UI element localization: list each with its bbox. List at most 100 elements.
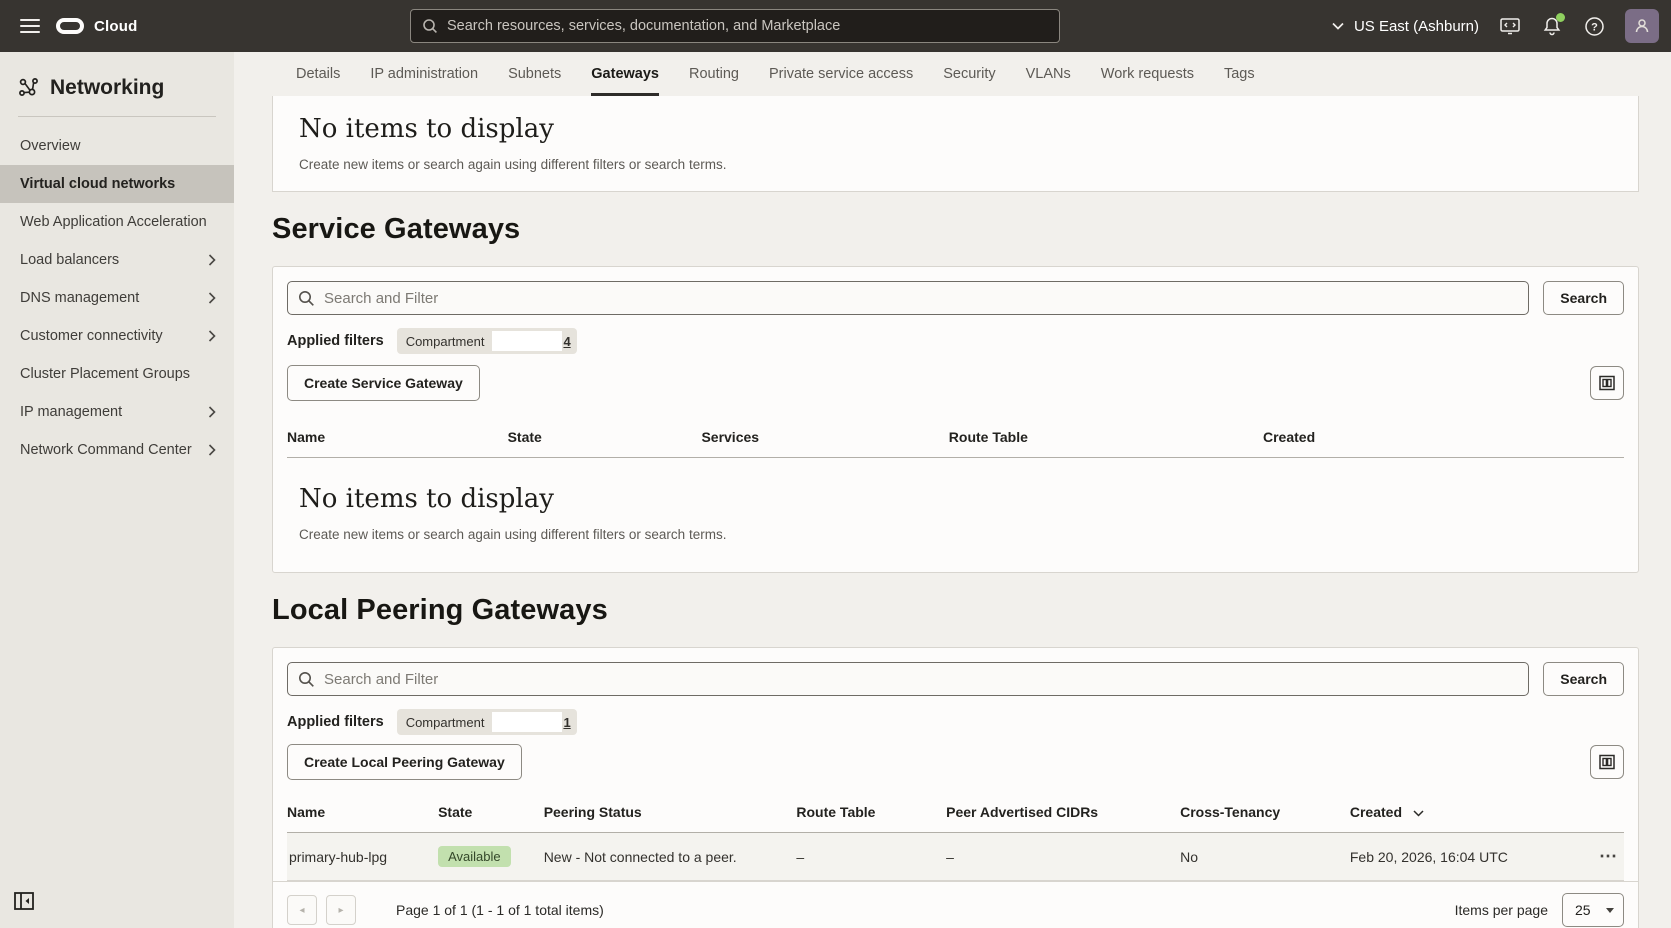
search-icon (421, 17, 439, 35)
networking-icon (18, 77, 40, 99)
create-service-gateway-button[interactable]: Create Service Gateway (287, 365, 480, 401)
user-avatar[interactable] (1625, 9, 1659, 43)
region-selector[interactable]: US East (Ashburn) (1332, 18, 1479, 35)
lpg-row-state: Available (438, 833, 544, 881)
sg-col-created: Created (1263, 425, 1624, 458)
sg-col-name: Name (287, 425, 508, 458)
help-icon[interactable]: ? (1583, 15, 1605, 37)
lpg-row-route-table: – (796, 833, 946, 881)
sg-empty-subtitle: Create new items or search again using d… (299, 527, 1612, 542)
notification-dot (1556, 13, 1565, 22)
sg-search-input[interactable] (324, 290, 1518, 307)
status-badge: Available (438, 846, 511, 867)
lpg-col-peering-status: Peering Status (544, 800, 797, 833)
tab-ip-administration[interactable]: IP administration (370, 66, 478, 96)
sidebar-title: Networking (50, 76, 164, 100)
sg-search-button[interactable]: Search (1543, 281, 1624, 315)
columns-icon (1598, 374, 1616, 392)
row-actions-button[interactable]: ⋯ (1569, 833, 1624, 881)
sg-applied-filters-label: Applied filters (287, 333, 384, 349)
sg-search-box[interactable] (287, 281, 1529, 315)
lpg-col-created[interactable]: Created (1350, 800, 1569, 833)
items-per-page-label: Items per page (1455, 902, 1548, 918)
lpg-search-box[interactable] (287, 662, 1529, 696)
chevron-right-icon (208, 330, 216, 342)
search-icon (298, 290, 315, 307)
lpg-search-button[interactable]: Search (1543, 662, 1624, 696)
divider (18, 116, 216, 117)
sidebar: Networking Overview Virtual cloud networ… (0, 52, 234, 928)
collapse-sidebar-icon[interactable] (12, 889, 36, 918)
tab-security[interactable]: Security (943, 66, 995, 96)
sidebar-item-network-command-center[interactable]: Network Command Center (0, 431, 234, 469)
sidebar-item-cluster-placement-groups[interactable]: Cluster Placement Groups (0, 355, 234, 393)
tab-work-requests[interactable]: Work requests (1101, 66, 1194, 96)
sidebar-item-customer-connectivity[interactable]: Customer connectivity (0, 317, 234, 355)
global-search-input[interactable] (447, 18, 1049, 34)
pagination-text: Page 1 of 1 (1 - 1 of 1 total items) (396, 902, 604, 918)
sidebar-item-load-balancers[interactable]: Load balancers (0, 241, 234, 279)
tab-gateways[interactable]: Gateways (591, 66, 659, 96)
person-icon (1633, 17, 1651, 35)
cloud-shell-icon[interactable] (1499, 15, 1521, 37)
chevron-right-icon (208, 254, 216, 266)
search-icon (298, 671, 315, 688)
caret-down-icon (1606, 908, 1614, 913)
sidebar-item-ip-management[interactable]: IP management (0, 393, 234, 431)
pagination-bar: ◂ ▸ Page 1 of 1 (1 - 1 of 1 total items)… (273, 881, 1638, 928)
lpg-row-peer-advertised-cidrs: – (946, 833, 1180, 881)
tab-details[interactable]: Details (296, 66, 340, 96)
previous-page-button[interactable]: ◂ (287, 895, 317, 925)
next-page-button[interactable]: ▸ (326, 895, 356, 925)
columns-icon (1598, 753, 1616, 771)
service-gateways-heading: Service Gateways (272, 213, 1639, 246)
items-per-page-select[interactable]: 25 (1562, 893, 1624, 927)
svg-text:?: ? (1591, 21, 1598, 33)
sidebar-item-virtual-cloud-networks[interactable]: Virtual cloud networks (0, 165, 234, 203)
tab-vlans[interactable]: VLANs (1026, 66, 1071, 96)
lpg-row-cross-tenancy: No (1180, 833, 1350, 881)
lpg-col-cross-tenancy: Cross-Tenancy (1180, 800, 1350, 833)
local-peering-gateways-heading: Local Peering Gateways (272, 594, 1639, 627)
tab-subnets[interactable]: Subnets (508, 66, 561, 96)
sidebar-item-dns-management[interactable]: DNS management (0, 279, 234, 317)
sidebar-item-overview[interactable]: Overview (0, 127, 234, 165)
chevron-down-icon (1332, 22, 1344, 30)
tab-routing[interactable]: Routing (689, 66, 739, 96)
empty-state-card: No items to display Create new items or … (272, 96, 1639, 192)
lpg-col-peer-advertised-cidrs: Peer Advertised CIDRs (946, 800, 1180, 833)
global-search-bar[interactable] (410, 9, 1060, 43)
chevron-right-icon (208, 444, 216, 456)
sg-col-route-table: Route Table (949, 425, 1263, 458)
lpg-row-name: primary-hub-lpg (287, 833, 438, 881)
oracle-logo-icon[interactable] (56, 18, 84, 34)
tab-private-service-access[interactable]: Private service access (769, 66, 913, 96)
lpg-col-actions (1569, 800, 1624, 833)
service-gateways-table: Name State Services Route Table Created (287, 425, 1624, 458)
tab-bar: Details IP administration Subnets Gatewa… (234, 52, 1671, 96)
lpg-applied-filters-label: Applied filters (287, 714, 384, 730)
empty-state-title: No items to display (299, 114, 1612, 144)
notifications-bell-icon[interactable] (1541, 15, 1563, 37)
local-peering-gateways-table: Name State Peering Status Route Table Pe… (287, 800, 1624, 881)
service-gateways-card: Search Applied filters Compartment 4 Cre… (272, 266, 1639, 573)
lpg-compartment-filter-chip[interactable]: Compartment 1 (397, 709, 577, 735)
table-row[interactable]: primary-hub-lpg Available New - Not conn… (287, 833, 1624, 881)
sg-col-services: Services (701, 425, 948, 458)
lpg-row-created: Feb 20, 2026, 16:04 UTC (1350, 833, 1569, 881)
lpg-col-name: Name (287, 800, 438, 833)
create-local-peering-gateway-button[interactable]: Create Local Peering Gateway (287, 744, 522, 780)
sg-manage-columns-button[interactable] (1590, 366, 1624, 400)
menu-icon[interactable] (20, 19, 40, 33)
lpg-manage-columns-button[interactable] (1590, 745, 1624, 779)
lpg-row-peering-status: New - Not connected to a peer. (544, 833, 797, 881)
sg-empty-title: No items to display (299, 484, 1612, 514)
sidebar-item-web-application-acceleration[interactable]: Web Application Acceleration (0, 203, 234, 241)
sg-compartment-filter-chip[interactable]: Compartment 4 (397, 328, 577, 354)
chevron-right-icon (208, 292, 216, 304)
lpg-search-input[interactable] (324, 671, 1518, 688)
brand-name: Cloud (94, 18, 138, 35)
chevron-right-icon (208, 406, 216, 418)
sg-col-state: State (508, 425, 702, 458)
tab-tags[interactable]: Tags (1224, 66, 1255, 96)
